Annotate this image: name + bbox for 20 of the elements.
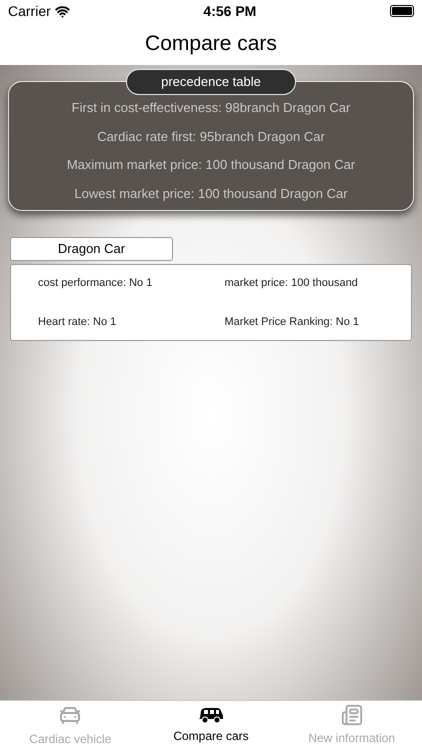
car-stat: Heart rate: No 1: [38, 314, 118, 330]
ranking-line: First in cost-effectiveness: 98branch Dragon Car: [72, 99, 350, 117]
van-icon: [198, 706, 224, 724]
tab-bar-item[interactable]: New information: [281, 701, 422, 750]
car-stat: cost performance: No 1: [38, 276, 154, 291]
ranking-line: Cardiac rate first: 95branch Dragon Car: [97, 128, 325, 146]
ranking-line: Lowest market price: 100 thousand Dragon Car: [74, 184, 348, 203]
car-stat: Market Price Ranking: No 1: [224, 314, 360, 330]
battery-icon: [390, 5, 414, 17]
carrier-text: Carrier: [8, 2, 51, 20]
page-title: Compare cars: [145, 30, 277, 57]
ranking-line: Maximum market price: 100 thousand Dragon Car: [66, 156, 356, 174]
status-time: 4:56 PM: [203, 2, 256, 20]
tab-bar-item[interactable]: Cardiac vehicle: [0, 701, 141, 750]
newspaper-icon: [340, 704, 363, 726]
car-name-label: Dragon Car: [10, 237, 173, 261]
car-stat: market price: 100 thousand: [224, 276, 359, 291]
precedence-title: precedence table: [126, 69, 296, 94]
wifi-icon: [54, 4, 70, 18]
tab-bar-item[interactable]: Compare cars: [140, 701, 282, 750]
